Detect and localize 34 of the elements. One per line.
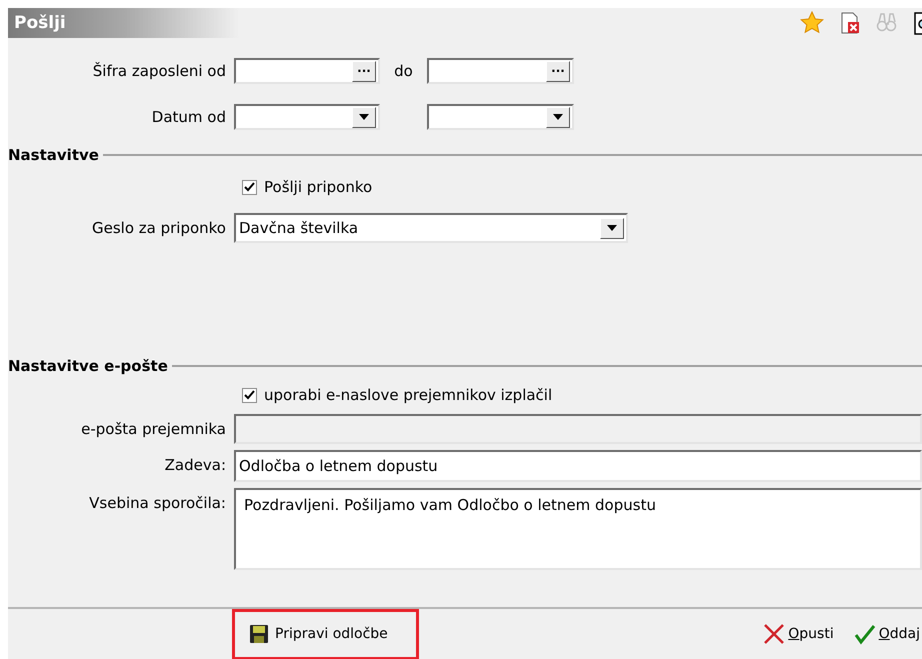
field-label: Vsebina sporočila: [88, 493, 227, 514]
close-icon [763, 623, 786, 645]
ellipsis-button[interactable]: ··· [352, 60, 376, 82]
field-label: Šifra zaposleni od [92, 60, 227, 82]
checkbox[interactable] [242, 388, 257, 402]
message-field[interactable]: Pozdravljeni. Pošiljamo vam Odločbo o letnem dopustu [234, 488, 922, 570]
document-delete-icon[interactable] [840, 12, 860, 34]
checkbox[interactable] [242, 180, 257, 194]
field-label: Geslo za priponko [90, 218, 227, 239]
section-heading: Nastavitve e-pošte [8, 356, 172, 376]
star-icon[interactable] [800, 11, 824, 35]
date-field[interactable] [234, 104, 380, 130]
field-label: Zadeva: [164, 455, 227, 476]
caret-icon [553, 114, 563, 120]
field-label: Datum od [150, 106, 227, 128]
ok-button[interactable]: Oddaj [848, 623, 922, 645]
checkmark-icon [854, 623, 876, 645]
dropdown-button[interactable] [352, 106, 376, 128]
caret-icon [359, 114, 369, 120]
prepare-button[interactable]: Pripravi odločbe [232, 608, 419, 659]
field-label: do [393, 60, 414, 82]
caret-icon [607, 225, 617, 231]
date-field[interactable] [427, 104, 574, 130]
password-dropdown[interactable]: Davčna številka [234, 213, 628, 243]
lookup-field[interactable]: ··· [234, 58, 380, 84]
dropdown-button[interactable] [600, 218, 624, 238]
dropdown-button[interactable] [546, 106, 570, 128]
lookup-field[interactable]: ··· [427, 58, 574, 84]
subject-field[interactable]: Odločba o letnem dopustu [234, 450, 922, 482]
checkbox-label: uporabi e-naslove prejemnikov izplačil [264, 384, 552, 406]
ellipsis-button[interactable]: ··· [546, 60, 570, 82]
field-label: e-pošta prejemnika [80, 419, 227, 440]
checkbox-label: Pošlji priponko [264, 176, 372, 198]
cancel-button[interactable]: Opusti [757, 623, 840, 645]
